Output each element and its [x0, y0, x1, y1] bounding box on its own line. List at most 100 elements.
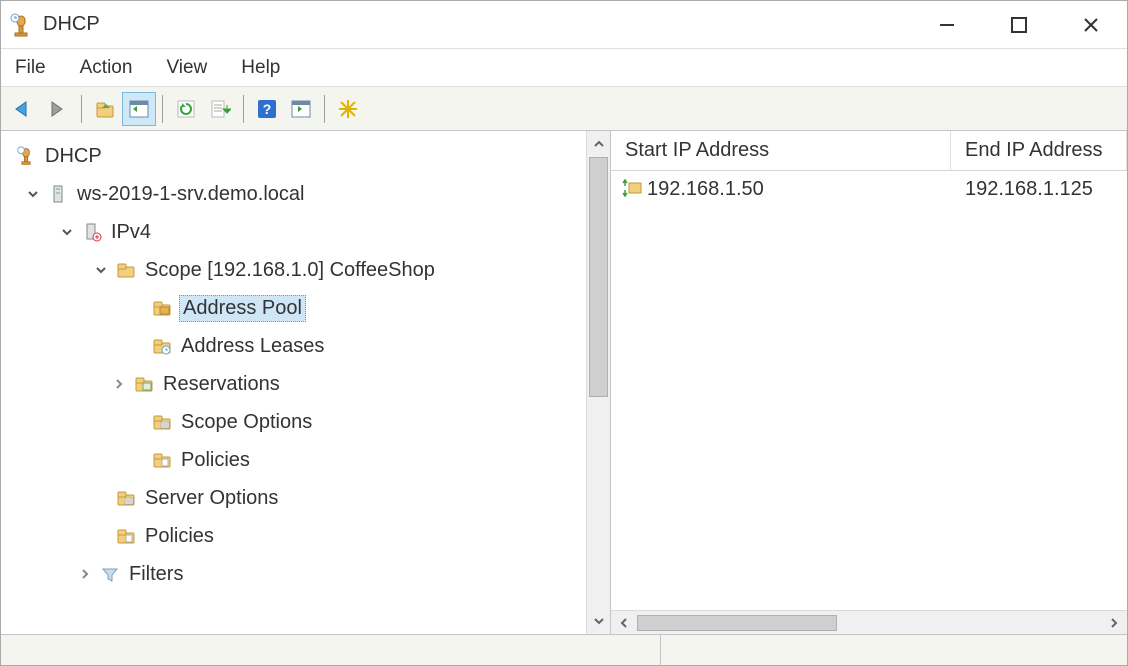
list-horizontal-scrollbar[interactable] [611, 610, 1127, 634]
spacer [91, 488, 111, 508]
cell-start-ip: 192.168.1.50 [611, 178, 951, 201]
spacer [127, 450, 147, 470]
export-list-button[interactable] [203, 92, 237, 126]
titlebar: DHCP [1, 1, 1127, 49]
tree-reservations[interactable]: Reservations [7, 365, 586, 403]
column-end-ip-label: End IP Address [965, 139, 1103, 162]
folder-icon [115, 259, 137, 281]
filters-icon [99, 563, 121, 585]
scrollbar-thumb[interactable] [589, 157, 608, 397]
menu-view[interactable]: View [162, 53, 211, 83]
tree-scope-label: Scope [192.168.1.0] CoffeeShop [143, 257, 437, 284]
toolbar-separator [162, 95, 163, 123]
tree-server-policies[interactable]: Policies [7, 517, 586, 555]
window-title: DHCP [43, 13, 911, 36]
column-start-ip[interactable]: Start IP Address [611, 131, 951, 170]
tree-scope-options-label: Scope Options [179, 409, 314, 436]
scroll-left-icon[interactable] [611, 617, 637, 629]
help-button[interactable]: ? [250, 92, 284, 126]
tree-server-policies-label: Policies [143, 523, 216, 550]
list-column-headers: Start IP Address End IP Address [611, 131, 1127, 171]
chevron-down-icon[interactable] [57, 222, 77, 242]
statusbar [1, 635, 1127, 665]
nav-forward-button[interactable] [41, 92, 75, 126]
dhcp-root-icon [15, 145, 37, 167]
list-pane: Start IP Address End IP Address [611, 131, 1127, 634]
dhcp-window: DHCP File Action View Help [0, 0, 1128, 666]
server-options-icon [115, 487, 137, 509]
chevron-right-icon[interactable] [75, 564, 95, 584]
tree-server-options-label: Server Options [143, 485, 280, 512]
tree-server-label: ws-2019-1-srv.demo.local [75, 181, 307, 208]
tree-server[interactable]: ws-2019-1-srv.demo.local [7, 175, 586, 213]
cell-end-ip: 192.168.1.125 [951, 178, 1127, 201]
policies-icon [115, 525, 137, 547]
scroll-up-icon[interactable] [587, 131, 610, 157]
chevron-down-icon[interactable] [23, 184, 43, 204]
refresh-button[interactable] [169, 92, 203, 126]
tree-filters-label: Filters [127, 561, 185, 588]
toolbar: ? [1, 87, 1127, 131]
tree-ipv4[interactable]: IPv4 [7, 213, 586, 251]
tree-address-pool[interactable]: Address Pool [7, 289, 586, 327]
cell-end-ip-value: 192.168.1.125 [965, 178, 1093, 200]
cell-start-ip-value: 192.168.1.50 [647, 178, 764, 201]
menu-help[interactable]: Help [237, 53, 284, 83]
policies-icon [151, 449, 173, 471]
tree-filters[interactable]: Filters [7, 555, 586, 593]
nav-back-button[interactable] [7, 92, 41, 126]
chevron-down-icon[interactable] [91, 260, 111, 280]
list-rows: 192.168.1.50 192.168.1.125 [611, 171, 1127, 610]
toolbar-separator [243, 95, 244, 123]
tree-address-leases-label: Address Leases [179, 333, 326, 360]
scrollbar-thumb[interactable] [637, 615, 837, 631]
chevron-right-icon[interactable] [109, 374, 129, 394]
tree-reservations-label: Reservations [161, 371, 282, 398]
tree-scope-policies[interactable]: Policies [7, 441, 586, 479]
menu-action[interactable]: Action [76, 53, 137, 83]
tree-scope-policies-label: Policies [179, 447, 252, 474]
tree-vertical-scrollbar[interactable] [586, 131, 610, 634]
tree-scope[interactable]: Scope [192.168.1.0] CoffeeShop [7, 251, 586, 289]
up-level-button[interactable] [88, 92, 122, 126]
window-controls [911, 1, 1127, 49]
tree-pane: DHCP ws-2019-1-srv.demo.local [1, 131, 611, 634]
toolbar-separator [324, 95, 325, 123]
show-hide-tree-button[interactable] [122, 92, 156, 126]
new-item-button[interactable] [331, 92, 365, 126]
scrollbar-track[interactable] [587, 397, 610, 608]
tree-root-label: DHCP [43, 143, 104, 170]
menu-file[interactable]: File [11, 53, 50, 83]
tree-server-options[interactable]: Server Options [7, 479, 586, 517]
close-button[interactable] [1055, 1, 1127, 49]
tree-address-leases[interactable]: Address Leases [7, 327, 586, 365]
address-leases-icon [151, 335, 173, 357]
menubar: File Action View Help [1, 49, 1127, 87]
tree-address-pool-label: Address Pool [179, 295, 306, 322]
list-row[interactable]: 192.168.1.50 192.168.1.125 [611, 171, 1127, 207]
reservations-icon [133, 373, 155, 395]
address-pool-icon [151, 297, 173, 319]
scroll-right-icon[interactable] [1101, 617, 1127, 629]
minimize-button[interactable] [911, 1, 983, 49]
dhcp-app-icon [9, 13, 33, 37]
maximize-button[interactable] [983, 1, 1055, 49]
show-hide-action-pane-button[interactable] [284, 92, 318, 126]
svg-text:?: ? [263, 101, 272, 117]
tree-root-dhcp[interactable]: DHCP [7, 137, 586, 175]
tree[interactable]: DHCP ws-2019-1-srv.demo.local [1, 131, 586, 634]
column-start-ip-label: Start IP Address [625, 139, 769, 162]
tree-ipv4-label: IPv4 [109, 219, 153, 246]
scope-options-icon [151, 411, 173, 433]
tree-scope-options[interactable]: Scope Options [7, 403, 586, 441]
spacer [127, 336, 147, 356]
address-range-icon [621, 178, 643, 200]
ipv4-icon [81, 221, 103, 243]
spacer [127, 298, 147, 318]
scroll-down-icon[interactable] [587, 608, 610, 634]
spacer [91, 526, 111, 546]
spacer [127, 412, 147, 432]
column-end-ip[interactable]: End IP Address [951, 131, 1127, 170]
scrollbar-track[interactable] [637, 615, 1101, 631]
toolbar-separator [81, 95, 82, 123]
